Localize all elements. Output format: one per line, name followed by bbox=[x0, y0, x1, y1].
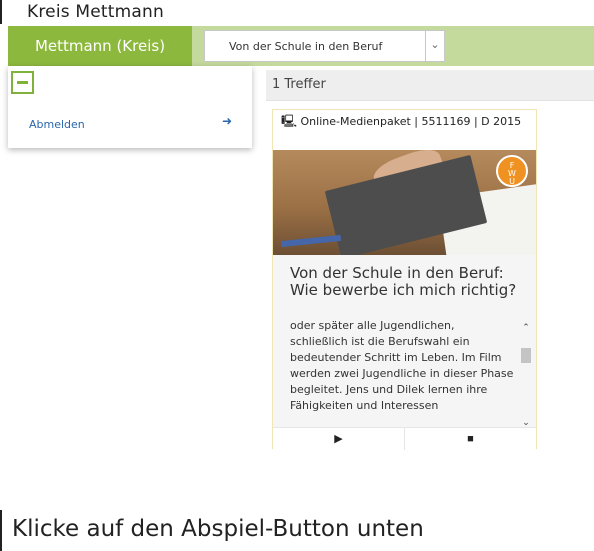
chevron-down-icon[interactable]: ⌄ bbox=[425, 31, 444, 61]
nav-bar: Mettmann (Kreis) Von der Schule in den B… bbox=[8, 26, 594, 66]
logout-link[interactable]: Abmelden bbox=[29, 118, 85, 131]
play-button[interactable]: ▶ bbox=[273, 428, 405, 450]
card-thumbnail[interactable]: FWU bbox=[273, 150, 536, 255]
collapse-menu-button[interactable] bbox=[11, 71, 34, 94]
site-title: Kreis Mettmann bbox=[27, 2, 164, 22]
caption-rule bbox=[0, 510, 2, 551]
logout-icon[interactable]: ➜ bbox=[222, 114, 232, 128]
monitor-icon: 🖳 bbox=[281, 114, 298, 128]
card-title[interactable]: Von der Schule in den Beruf: Wie bewerbe… bbox=[290, 265, 530, 299]
nav-brand[interactable]: Mettmann (Kreis) bbox=[8, 26, 192, 66]
scroll-up-icon[interactable]: ⌃ bbox=[520, 322, 532, 333]
scroll-thumb[interactable] bbox=[521, 348, 531, 363]
document-icon: ■ bbox=[467, 433, 474, 445]
card-meta-text: Online-Medienpaket | 5511169 | D 2015 bbox=[300, 115, 522, 128]
fwu-badge: FWU bbox=[496, 155, 528, 187]
instruction-caption: Klicke auf den Abspiel-Button unten bbox=[12, 516, 424, 542]
card-actions: ▶ ■ bbox=[273, 427, 536, 450]
document-button[interactable]: ■ bbox=[405, 428, 536, 450]
card-description: oder später alle Jugendlichen, schließli… bbox=[290, 319, 514, 412]
description-scrollbar[interactable]: ⌃ ⌄ bbox=[520, 318, 532, 428]
results-header: 1 Treffer bbox=[266, 70, 594, 101]
edge-line bbox=[0, 0, 2, 24]
card-meta: 🖳 Online-Medienpaket | 5511169 | D 2015 bbox=[281, 114, 536, 129]
minus-icon bbox=[17, 81, 28, 84]
filter-select-value: Von der Schule in den Beruf bbox=[229, 40, 383, 53]
pen-shape bbox=[280, 234, 342, 248]
card-body: Von der Schule in den Beruf: Wie bewerbe… bbox=[273, 255, 536, 427]
filter-select[interactable]: Von der Schule in den Beruf ⌄ bbox=[204, 30, 445, 62]
side-menu: Abmelden ➜ bbox=[8, 66, 252, 148]
results-count: 1 Treffer bbox=[272, 77, 326, 92]
media-card: 🖳 Online-Medienpaket | 5511169 | D 2015 … bbox=[272, 109, 537, 450]
play-icon: ▶ bbox=[334, 433, 343, 445]
